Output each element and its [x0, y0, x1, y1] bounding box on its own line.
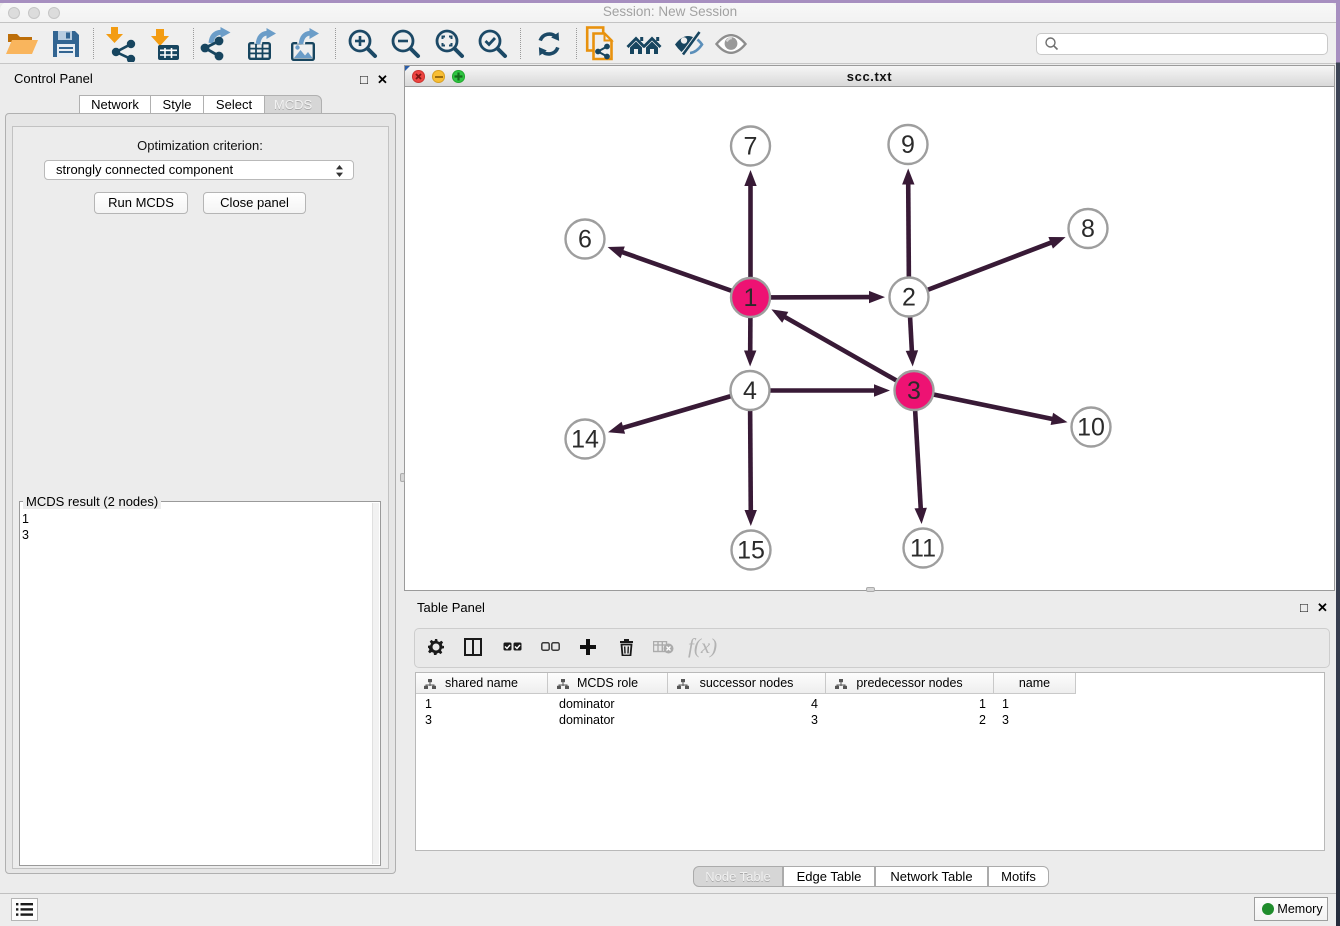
svg-text:4: 4: [743, 377, 757, 405]
svg-text:9: 9: [901, 131, 915, 159]
svg-text:8: 8: [1081, 215, 1095, 243]
svg-text:10: 10: [1077, 414, 1105, 442]
svg-text:6: 6: [578, 226, 592, 254]
svg-text:15: 15: [737, 537, 765, 565]
svg-text:3: 3: [907, 377, 921, 405]
svg-text:1: 1: [744, 284, 758, 312]
svg-text:7: 7: [744, 133, 758, 161]
svg-text:11: 11: [910, 535, 936, 563]
svg-text:2: 2: [902, 284, 916, 312]
svg-text:14: 14: [571, 426, 599, 454]
